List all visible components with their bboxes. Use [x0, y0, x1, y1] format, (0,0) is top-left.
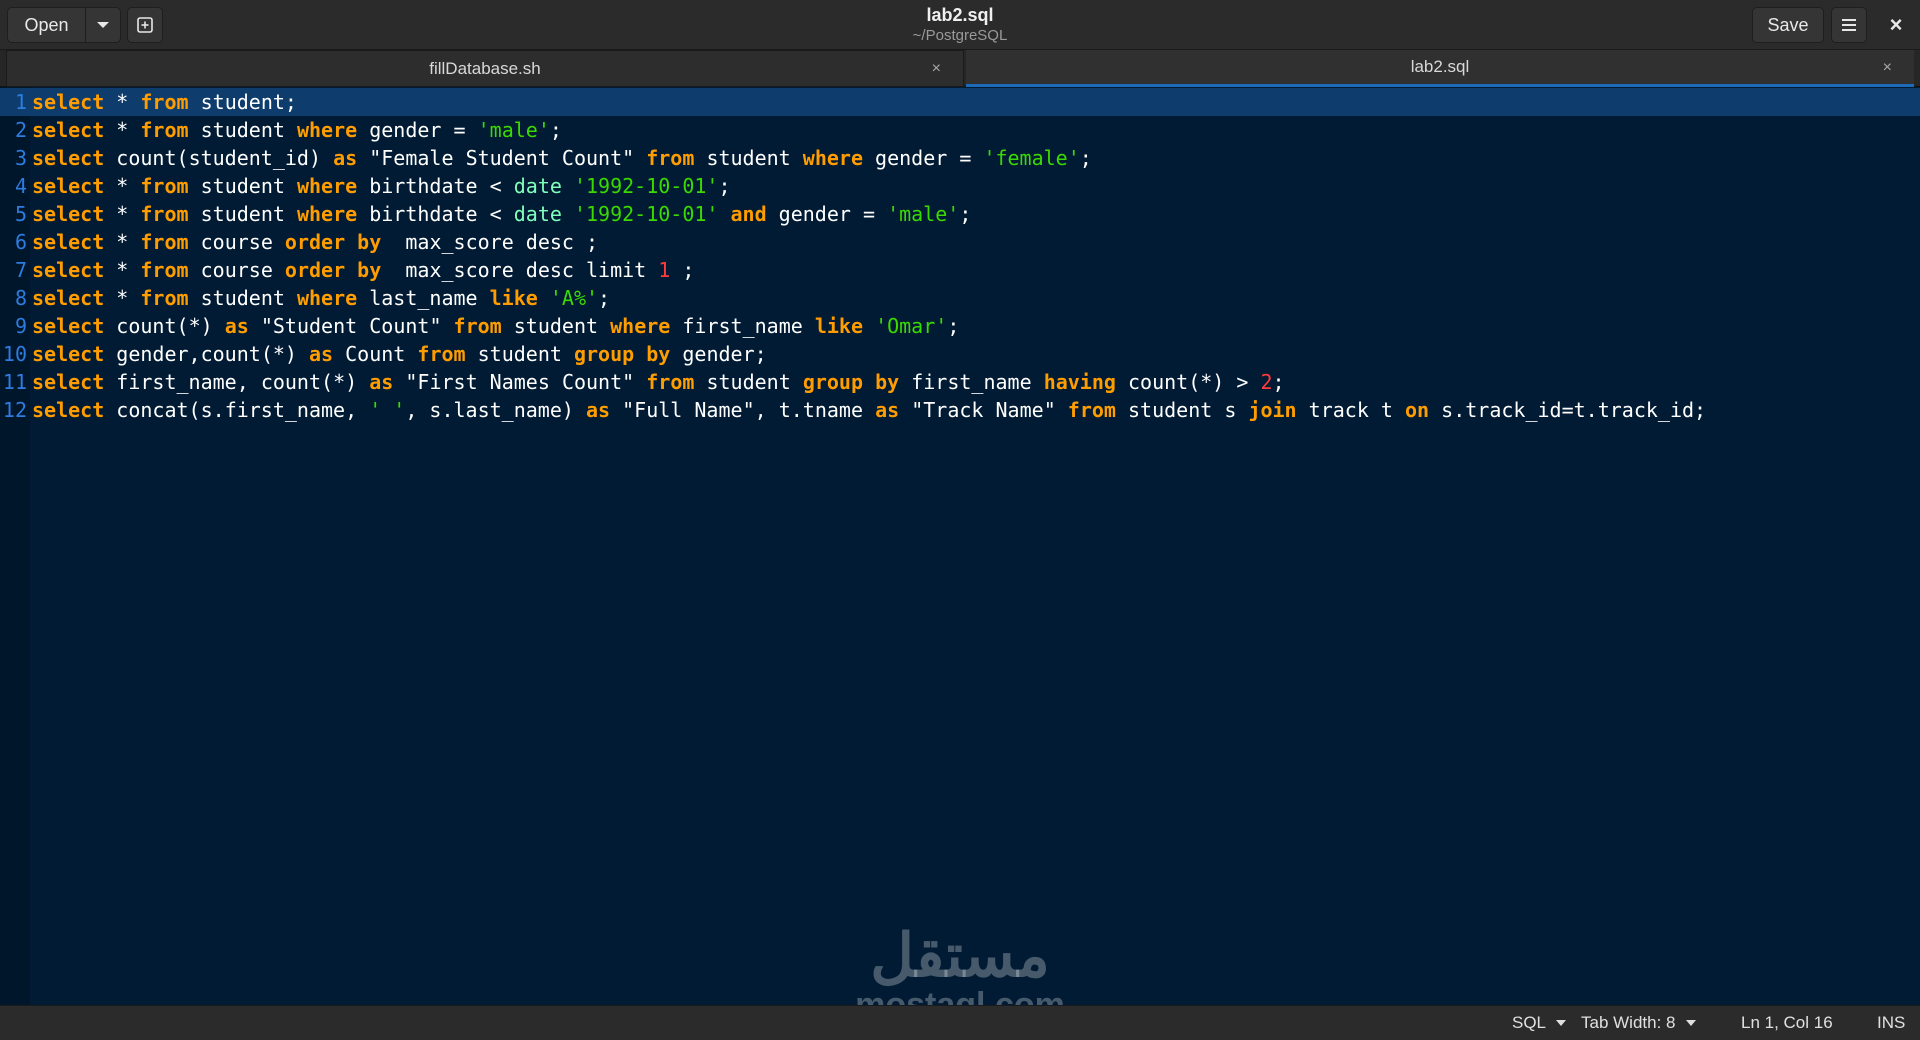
code-text: select * from course order by max_score …	[32, 230, 599, 254]
tab-close-icon[interactable]: ×	[932, 60, 941, 78]
language-selector[interactable]: SQL	[1512, 1013, 1567, 1033]
new-tab-icon	[137, 17, 153, 33]
line-number: 3	[14, 146, 27, 170]
insert-mode-label: INS	[1877, 1013, 1906, 1032]
chevron-down-icon	[1556, 1020, 1567, 1026]
menu-button[interactable]	[1831, 7, 1867, 43]
code-text: select * from student where gender = 'ma…	[32, 118, 562, 142]
code-text: select count(student_id) as "Female Stud…	[32, 146, 1092, 170]
open-menu-button[interactable]	[86, 8, 120, 42]
line-number: 1	[14, 90, 27, 114]
code-text: select * from course order by max_score …	[32, 258, 695, 282]
code-text: select * from student where birthdate < …	[32, 202, 972, 226]
code-text: select gender,count(*) as Count from stu…	[32, 342, 767, 366]
line-number: 12	[2, 398, 27, 422]
line-number: 9	[14, 314, 27, 338]
tab-close-icon[interactable]: ×	[1883, 59, 1892, 77]
code-lines: 1 select * from student; 2 select * from st…	[0, 88, 1920, 424]
new-tab-button[interactable]	[127, 7, 163, 43]
code-editor[interactable]: 1 select * from student; 2 select * from st…	[0, 87, 1920, 1005]
code-line[interactable]: 6 select * from course order by max_score…	[0, 228, 1920, 256]
watermark-arabic: مستقل	[870, 922, 1050, 989]
window-subtitle: ~/PostgreSQL	[912, 27, 1008, 44]
line-number: 10	[2, 342, 27, 366]
window-close-button[interactable]: ×	[1878, 7, 1914, 43]
chevron-down-icon	[97, 22, 109, 28]
tab-lab2[interactable]: lab2.sql ×	[966, 50, 1914, 87]
code-line[interactable]: 7 select * from course order by max_score…	[0, 256, 1920, 284]
cursor-position[interactable]: Ln 1, Col 16	[1741, 1013, 1833, 1033]
tab-filldatabase[interactable]: fillDatabase.sh ×	[6, 50, 964, 87]
code-line[interactable]: 9 select count(*) as "Student Count" from…	[0, 312, 1920, 340]
line-number: 6	[14, 230, 27, 254]
open-button-group: Open	[7, 7, 121, 43]
code-line[interactable]: 10 select gender,count(*) as Count from s…	[0, 340, 1920, 368]
hamburger-menu-icon	[1842, 19, 1856, 31]
code-line[interactable]: 11 select first_name, count(*) as "First …	[0, 368, 1920, 396]
cursor-position-label: Ln 1, Col 16	[1741, 1013, 1833, 1032]
line-number: 8	[14, 286, 27, 310]
tab-label: lab2.sql	[1410, 57, 1470, 76]
line-number: 5	[14, 202, 27, 226]
header-bar: Open lab2.sql ~/PostgreSQL Save ×	[0, 0, 1920, 50]
save-button[interactable]: Save	[1752, 7, 1824, 43]
code-text: select first_name, count(*) as "First Na…	[32, 370, 1285, 394]
close-icon: ×	[1889, 12, 1903, 37]
tab-width-selector[interactable]: Tab Width: 8	[1581, 1013, 1696, 1033]
status-bar: SQL Tab Width: 8 Ln 1, Col 16 INS	[0, 1005, 1920, 1040]
tab-label: fillDatabase.sh	[429, 58, 541, 78]
line-number: 4	[14, 174, 27, 198]
code-line[interactable]: 3 select count(student_id) as "Female Stu…	[0, 144, 1920, 172]
code-line[interactable]: 4 select * from student where birthdate <…	[0, 172, 1920, 200]
code-text: select * from student where birthdate < …	[32, 174, 731, 198]
line-number: 11	[2, 370, 27, 394]
code-line[interactable]: 8 select * from student where last_name l…	[0, 284, 1920, 312]
code-text: select * from student where last_name li…	[32, 286, 611, 310]
line-number: 7	[14, 258, 27, 282]
code-line[interactable]: 2 select * from student where gender = 'm…	[0, 116, 1920, 144]
tab-bar: fillDatabase.sh × lab2.sql ×	[0, 50, 1920, 87]
code-line[interactable]: 5 select * from student where birthdate <…	[0, 200, 1920, 228]
tab-width-label: Tab Width: 8	[1581, 1013, 1676, 1032]
line-number: 2	[14, 118, 27, 142]
open-button[interactable]: Open	[8, 8, 86, 42]
language-label: SQL	[1512, 1013, 1547, 1032]
insert-mode[interactable]: INS	[1877, 1013, 1905, 1033]
code-line[interactable]: 12 select concat(s.first_name, ' ', s.las…	[0, 396, 1920, 424]
code-text: select concat(s.first_name, ' ', s.last_…	[32, 398, 1707, 422]
window-title-area: lab2.sql ~/PostgreSQL	[760, 4, 1160, 46]
chevron-down-icon	[1685, 1020, 1696, 1026]
window-title: lab2.sql	[926, 5, 994, 25]
code-text: select * from student;	[32, 90, 297, 114]
code-text: select count(*) as "Student Count" from …	[32, 314, 960, 338]
code-line[interactable]: 1 select * from student;	[0, 88, 1920, 116]
